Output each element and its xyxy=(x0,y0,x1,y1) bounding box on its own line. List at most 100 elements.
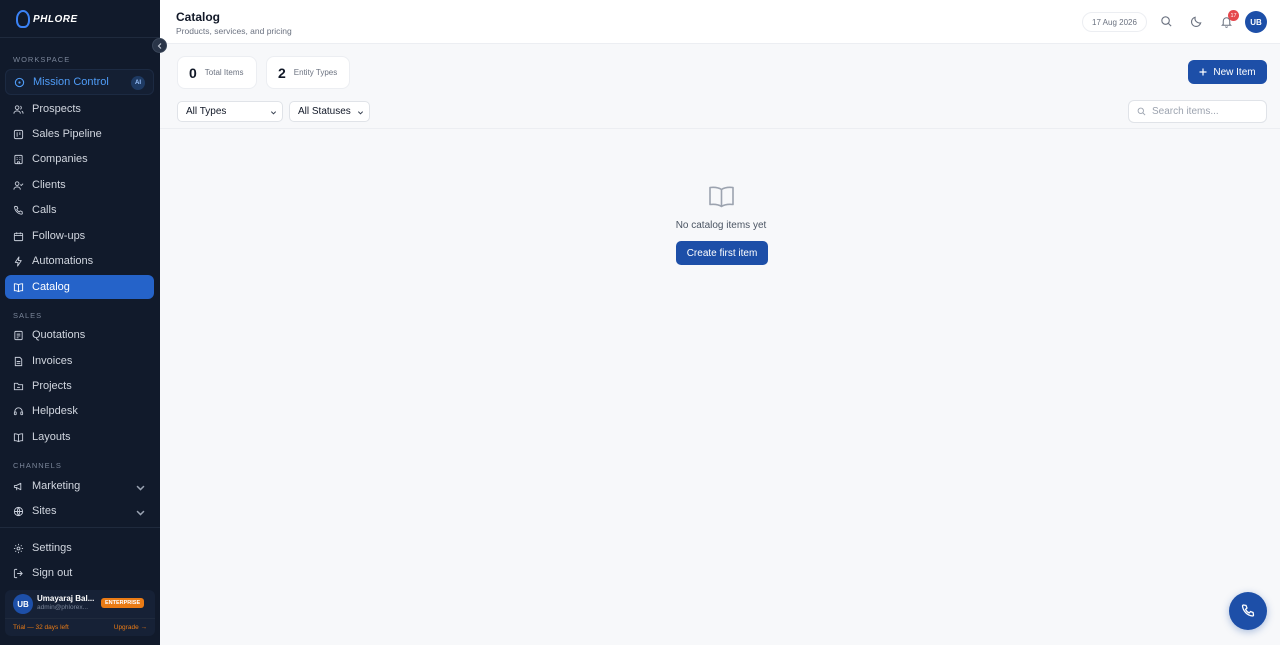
sidebar-item-companies[interactable]: Companies xyxy=(5,147,154,171)
brand-name: PHLORE xyxy=(33,13,78,25)
user-name: Umayaraj Bal... xyxy=(37,594,95,603)
sidebar-item-label: Follow-ups xyxy=(32,230,86,242)
sidebar-item-helpdesk[interactable]: Helpdesk xyxy=(5,399,154,423)
date-chip: 17 Aug 2026 xyxy=(1082,12,1147,32)
call-fab-button[interactable] xyxy=(1229,592,1267,630)
sidebar-item-marketing[interactable]: Marketing xyxy=(5,474,154,498)
status-filter-select[interactable]: All Statuses xyxy=(289,101,370,122)
sidebar-item-automations[interactable]: Automations xyxy=(5,249,154,273)
plus-icon xyxy=(1199,68,1207,76)
avatar[interactable]: UB xyxy=(1245,11,1267,33)
sidebar-item-label: Marketing xyxy=(32,480,81,492)
sidebar-item-clients[interactable]: Clients xyxy=(5,173,154,197)
chevron-left-icon xyxy=(157,42,161,49)
ai-badge: AI xyxy=(131,76,145,90)
type-filter-value: All Types xyxy=(186,106,227,117)
new-item-button[interactable]: New Item xyxy=(1188,60,1267,84)
sidebar-divider xyxy=(0,527,160,528)
stat-label: Entity Types xyxy=(293,68,338,77)
page-title: Catalog xyxy=(176,10,221,24)
search-icon xyxy=(1137,107,1146,116)
settings-link[interactable]: Settings xyxy=(5,536,154,560)
file-text-icon xyxy=(14,356,23,366)
collapse-sidebar-button[interactable] xyxy=(152,38,167,53)
type-filter-select[interactable]: All Types xyxy=(177,101,283,122)
folder-icon xyxy=(13,382,24,390)
chevron-down-icon[interactable] xyxy=(135,482,146,493)
section-label-channels: CHANNELS xyxy=(13,461,62,470)
log-out-icon xyxy=(13,568,23,578)
chevron-down-icon[interactable] xyxy=(135,507,146,518)
chevron-down-icon xyxy=(357,111,364,115)
stat-value: 2 xyxy=(278,64,286,81)
sidebar-item-label: Prospects xyxy=(32,103,81,115)
search-input[interactable] xyxy=(1152,106,1262,117)
status-filter-value: All Statuses xyxy=(298,106,351,117)
sidebar-item-quotations[interactable]: Quotations xyxy=(5,323,154,347)
sidebar-item-prospects[interactable]: Prospects xyxy=(5,97,154,121)
logo-mark-icon xyxy=(16,10,30,28)
sidebar-item-label: Sales Pipeline xyxy=(32,128,102,140)
zap-icon xyxy=(14,255,22,267)
users-icon xyxy=(13,104,24,114)
user-check-icon xyxy=(13,180,24,190)
moon-icon[interactable] xyxy=(1190,15,1203,28)
section-label-sales: SALES xyxy=(13,311,43,320)
create-first-item-button[interactable]: Create first item xyxy=(676,241,768,265)
sidebar-item-label: Sites xyxy=(32,505,57,517)
layout-icon xyxy=(13,432,24,442)
stat-total-items: 0 Total Items xyxy=(177,56,257,89)
plan-badge: ENTERPRISE xyxy=(101,598,145,608)
user-card[interactable]: UB Umayaraj Bal... admin@phlorex... ENTE… xyxy=(5,590,155,636)
stat-entity-types: 2 Entity Types xyxy=(266,56,350,89)
phone-icon xyxy=(14,205,23,215)
globe-icon xyxy=(13,506,24,516)
sidebar-item-label: Quotations xyxy=(32,329,86,341)
sidebar-item-layouts[interactable]: Layouts xyxy=(5,425,154,449)
sidebar-item-label: Catalog xyxy=(32,281,70,293)
search-icon[interactable] xyxy=(1160,15,1173,28)
calendar-icon xyxy=(13,231,24,241)
megaphone-icon xyxy=(13,482,22,490)
gear-icon xyxy=(13,543,24,553)
section-label-workspace: WORKSPACE xyxy=(13,55,71,64)
user-card-divider xyxy=(5,618,155,619)
search-box[interactable] xyxy=(1128,100,1267,123)
target-icon xyxy=(14,77,25,87)
file-icon xyxy=(14,330,23,340)
sidebar-item-catalog[interactable]: Catalog xyxy=(5,275,154,299)
user-email: admin@phlorex... xyxy=(37,604,89,611)
upgrade-link[interactable]: Upgrade → xyxy=(114,624,147,631)
settings-label: Settings xyxy=(32,542,72,554)
sidebar-item-projects[interactable]: Projects xyxy=(5,374,154,398)
chevron-down-icon xyxy=(270,111,277,115)
sidebar-item-invoices[interactable]: Invoices xyxy=(5,349,154,373)
stat-label: Total Items xyxy=(204,68,244,77)
book-open-icon xyxy=(709,186,734,208)
page-subtitle: Products, services, and pricing xyxy=(176,26,292,36)
sidebar-item-label: Layouts xyxy=(32,431,71,443)
sidebar: PHLORE WORKSPACE Mission Control AI Pros… xyxy=(0,0,160,645)
trial-status: Trial — 32 days left xyxy=(13,624,69,631)
sidebar-item-mission-control[interactable]: Mission Control AI xyxy=(5,69,154,95)
sidebar-item-sites[interactable]: Sites xyxy=(5,499,154,523)
brand-logo[interactable]: PHLORE xyxy=(16,8,78,30)
sidebar-item-follow-ups[interactable]: Follow-ups xyxy=(5,224,154,248)
new-item-label: New Item xyxy=(1213,66,1256,78)
sidebar-item-label: Mission Control xyxy=(33,76,109,88)
sidebar-item-label: Invoices xyxy=(32,355,73,367)
sidebar-item-label: Projects xyxy=(32,380,72,392)
kanban-icon xyxy=(13,129,24,139)
sidebar-item-label: Helpdesk xyxy=(32,405,78,417)
sidebar-item-label: Automations xyxy=(32,255,94,267)
top-header: Catalog Products, services, and pricing … xyxy=(160,0,1280,44)
sign-out-link[interactable]: Sign out xyxy=(5,561,154,585)
phone-icon xyxy=(1241,604,1255,617)
sidebar-item-sales-pipeline[interactable]: Sales Pipeline xyxy=(5,122,154,146)
sidebar-item-calls[interactable]: Calls xyxy=(5,198,154,222)
sidebar-item-label: Clients xyxy=(32,179,66,191)
avatar: UB xyxy=(13,594,33,614)
filter-divider xyxy=(160,128,1280,129)
logo-divider xyxy=(0,37,160,38)
notification-count-badge: 17 xyxy=(1228,10,1239,21)
